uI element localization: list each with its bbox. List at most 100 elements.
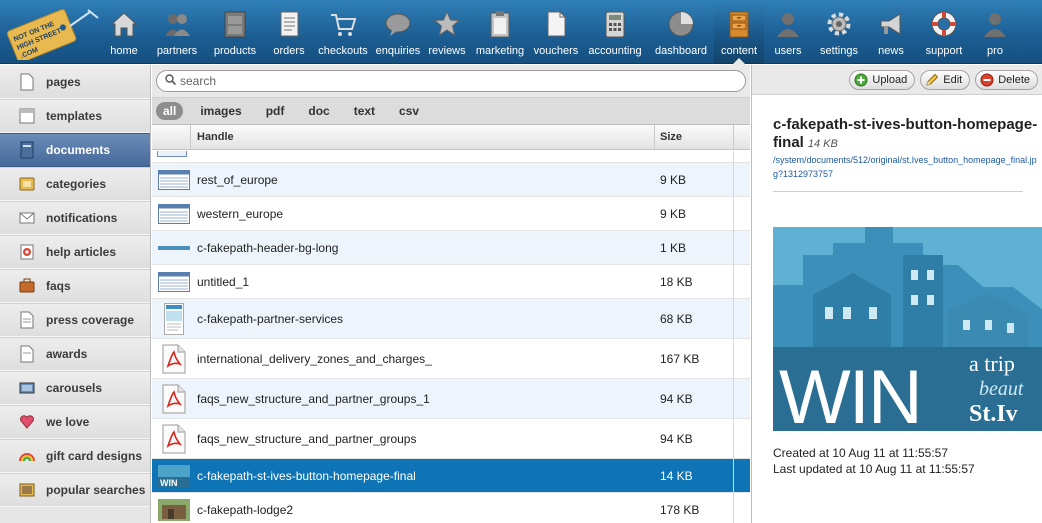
nav-label: settings <box>820 45 858 57</box>
sidebar-item-gift-card-designs[interactable]: gift card designs <box>0 439 150 473</box>
nav-label: news <box>878 45 904 57</box>
pdf-icon <box>157 384 191 414</box>
sidebar-item-help-articles[interactable]: help articles <box>0 235 150 269</box>
sidebar-item-pages[interactable]: pages <box>0 65 150 99</box>
drawers-icon <box>722 7 756 41</box>
nav-accounting[interactable]: accounting <box>582 0 648 64</box>
pdf-icon <box>157 424 191 454</box>
document-path-link[interactable]: /system/documents/512/original/st.Ives_b… <box>773 153 1041 181</box>
content-sidebar: pages templates documents categories not… <box>0 65 151 523</box>
cabinet-icon <box>218 7 252 41</box>
nav-vouchers[interactable]: vouchers <box>530 0 582 64</box>
svg-text:WIN: WIN <box>160 478 178 487</box>
sidebar-item-label: press coverage <box>46 313 135 327</box>
table-row[interactable]: c-fakepath-header-bg-long 1 KB <box>152 231 750 265</box>
nav-users[interactable]: users <box>764 0 812 64</box>
delete-label: Delete <box>998 73 1030 86</box>
filter-images[interactable]: images <box>193 102 248 120</box>
spreadsheet-thumb <box>157 151 187 157</box>
envelope-icon <box>18 209 36 227</box>
document-size: 167 KB <box>660 351 700 366</box>
table-row[interactable]: faqs_new_structure_and_partner_groups_1 … <box>152 379 750 419</box>
nav-pro[interactable]: pro <box>972 0 1018 64</box>
sidebar-item-carousels[interactable]: carousels <box>0 371 150 405</box>
pdf-icon <box>157 344 191 374</box>
filter-text[interactable]: text <box>347 102 382 120</box>
nav-marketing[interactable]: marketing <box>470 0 530 64</box>
document-list-icon <box>272 7 306 41</box>
nav-content[interactable]: content <box>714 0 764 65</box>
plus-circle-icon <box>854 73 868 87</box>
lifebuoy-icon <box>927 7 961 41</box>
nav-settings[interactable]: settings <box>812 0 866 64</box>
table-row[interactable]: untitled_1 18 KB <box>152 265 750 299</box>
nav-label: orders <box>273 45 305 57</box>
edit-button[interactable]: Edit <box>920 69 971 90</box>
pie-chart-icon <box>664 7 698 41</box>
document-preview-image: WIN a trip beaut St.Iv <box>773 215 1042 431</box>
delete-button[interactable]: Delete <box>975 69 1038 90</box>
table-row[interactable]: western_europe 9 KB <box>152 197 750 231</box>
table-row-selected[interactable]: WIN c-fakepath-st-ives-button-homepage-f… <box>152 459 750 493</box>
sidebar-item-popular-searches[interactable]: popular searches <box>0 473 150 507</box>
nav-label: home <box>110 45 138 57</box>
nav-enquiries[interactable]: enquiries <box>372 0 424 64</box>
filter-all[interactable]: all <box>156 102 184 120</box>
sidebar-item-press-coverage[interactable]: press coverage <box>0 303 150 337</box>
sidebar-item-categories[interactable]: categories <box>0 167 150 201</box>
nav-reviews[interactable]: reviews <box>424 0 470 64</box>
sidebar-item-we-love[interactable]: we love <box>0 405 150 439</box>
sidebar-item-label: carousels <box>46 381 103 395</box>
column-divider <box>190 125 191 149</box>
search-icon <box>165 72 177 90</box>
document-size: 1 KB <box>660 240 687 255</box>
table-row[interactable]: faqs_new_structure_and_partner_groups 94… <box>152 419 750 459</box>
nav-products[interactable]: products <box>206 0 264 64</box>
preview-line: a trip <box>969 351 1015 376</box>
nav-orders[interactable]: orders <box>264 0 314 64</box>
people-icon <box>160 7 194 41</box>
search-input[interactable] <box>180 74 720 88</box>
nav-news[interactable]: news <box>866 0 916 64</box>
nav-dashboard[interactable]: dashboard <box>648 0 714 64</box>
table-row[interactable]: c-fakepath-lodge2 178 KB <box>152 493 750 523</box>
table-row[interactable]: international_delivery_zones_and_charges… <box>152 339 750 379</box>
sidebar-item-awards[interactable]: awards <box>0 337 150 371</box>
filter-csv[interactable]: csv <box>392 102 426 120</box>
table-row[interactable]: c-fakepath-partner-services 68 KB <box>152 299 750 339</box>
sidebar-item-documents[interactable]: documents <box>0 133 150 167</box>
document-handle: c-fakepath-st-ives-button-homepage-final <box>197 468 416 483</box>
sidebar-item-label: help articles <box>46 245 117 259</box>
spreadsheet-thumb <box>157 271 191 292</box>
preview-headline: WIN <box>779 355 921 431</box>
nav-label: accounting <box>588 45 642 57</box>
column-header-size[interactable]: Size <box>660 131 682 143</box>
upload-button[interactable]: Upload <box>849 69 916 90</box>
nav-home[interactable]: home <box>100 0 148 64</box>
site-logo[interactable]: NOT ON THE HIGH STREET .COM <box>4 4 100 64</box>
table-row[interactable] <box>152 151 750 163</box>
nav-label: dashboard <box>655 45 707 57</box>
filter-pdf[interactable]: pdf <box>259 102 292 120</box>
user-icon <box>771 7 805 41</box>
nav-label: marketing <box>475 45 525 57</box>
column-header-handle[interactable]: Handle <box>197 131 234 143</box>
image-thumb: WIN <box>157 464 191 487</box>
briefcase-icon <box>18 277 36 295</box>
nav-partners[interactable]: partners <box>148 0 206 64</box>
nav-label: users <box>774 45 802 57</box>
calculator-icon <box>598 7 632 41</box>
nav-support[interactable]: support <box>916 0 972 64</box>
document-size: 178 KB <box>660 502 700 517</box>
filter-doc[interactable]: doc <box>301 102 336 120</box>
document-handle: c-fakepath-lodge2 <box>197 502 294 517</box>
search-field[interactable] <box>156 70 746 92</box>
document-size: 18 KB <box>660 274 693 289</box>
table-row[interactable]: rest_of_europe 9 KB <box>152 163 750 197</box>
sidebar-item-label: categories <box>46 177 107 191</box>
sidebar-item-faqs[interactable]: faqs <box>0 269 150 303</box>
preview-line: beaut <box>979 378 1024 400</box>
sidebar-item-notifications[interactable]: notifications <box>0 201 150 235</box>
sidebar-item-templates[interactable]: templates <box>0 99 150 133</box>
nav-checkouts[interactable]: checkouts <box>314 0 372 64</box>
